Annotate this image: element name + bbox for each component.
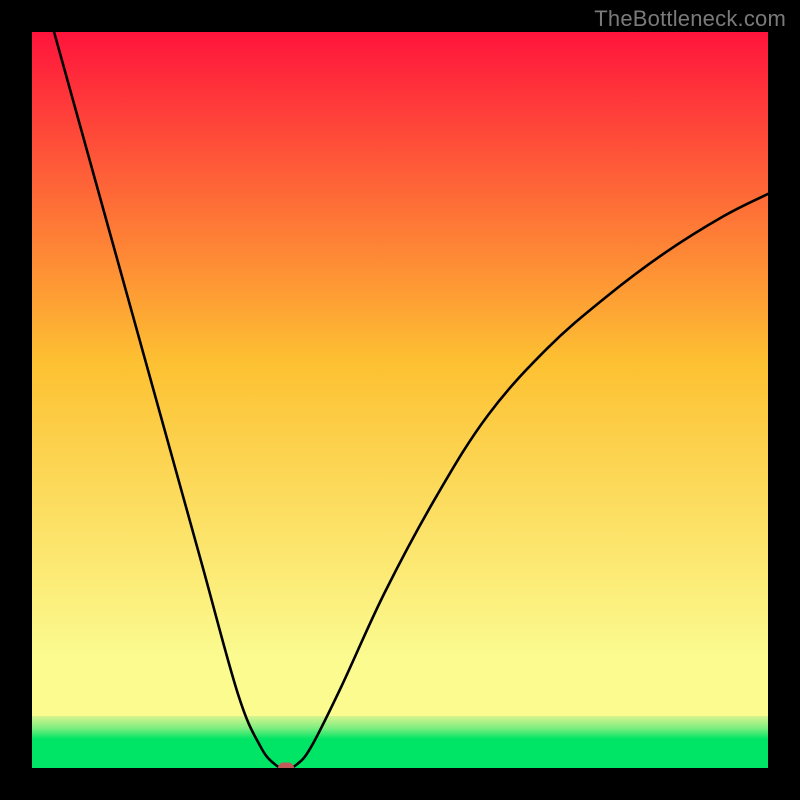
curve-layer: [32, 32, 768, 768]
chart-frame: TheBottleneck.com: [0, 0, 800, 800]
plot-area: [32, 32, 768, 768]
watermark-text: TheBottleneck.com: [594, 6, 786, 32]
bottleneck-curve: [54, 32, 768, 768]
minimum-marker: [278, 763, 294, 769]
